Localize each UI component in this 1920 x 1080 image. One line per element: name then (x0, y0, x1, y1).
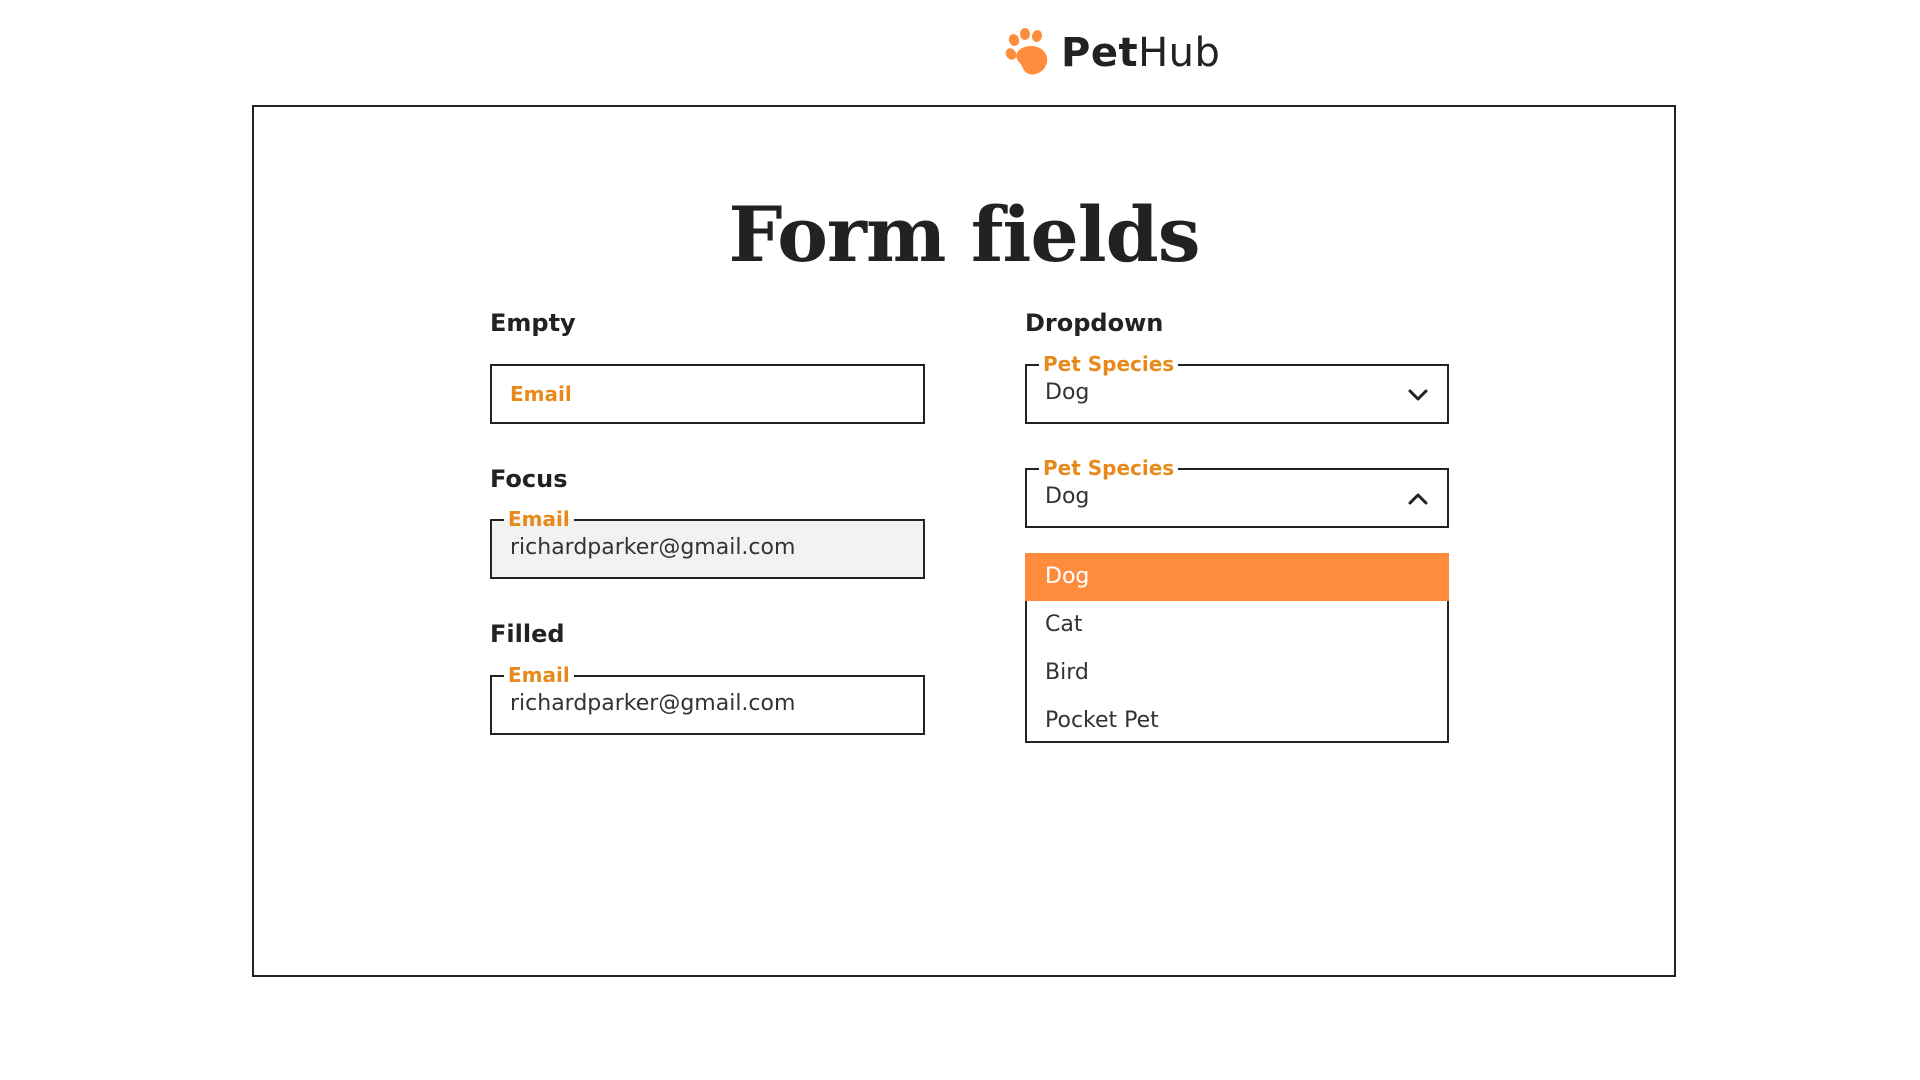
email-field-label: Email (504, 662, 574, 688)
option-cat[interactable]: Cat (1027, 601, 1447, 649)
option-pocket-pet[interactable]: Pocket Pet (1027, 697, 1447, 745)
pet-species-label: Pet Species (1039, 455, 1179, 481)
pet-species-select-open[interactable]: Pet Species Dog (1025, 455, 1449, 528)
option-dog[interactable]: Dog (1025, 553, 1449, 601)
pet-species-options: Dog Cat Bird Pocket Pet (1025, 553, 1449, 743)
brand-name: PetHub (1061, 30, 1221, 76)
pet-species-select-closed[interactable]: Pet Species Dog (1025, 351, 1449, 424)
section-label-dropdown: Dropdown (1025, 309, 1164, 337)
section-label-focus: Focus (490, 465, 568, 493)
paw-icon (1005, 28, 1048, 75)
pethub-logo[interactable]: PetHub (1005, 28, 1220, 78)
section-label-empty: Empty (490, 309, 576, 337)
pet-species-value: Dog (1045, 380, 1090, 405)
content-frame: Form fields (252, 105, 1676, 977)
page-title: Form fields (728, 190, 1200, 279)
email-field-label: Email (504, 506, 574, 532)
email-field-value: richardparker@gmail.com (510, 535, 796, 560)
pet-species-value: Dog (1045, 484, 1090, 509)
chevron-up-icon (1408, 493, 1428, 505)
pet-species-label: Pet Species (1039, 351, 1179, 377)
email-placeholder: Email (510, 382, 572, 406)
email-field-empty[interactable]: Email (490, 364, 925, 424)
chevron-down-icon (1408, 389, 1428, 401)
option-bird[interactable]: Bird (1027, 649, 1447, 697)
email-field-filled[interactable]: Email richardparker@gmail.com (490, 662, 925, 735)
section-label-filled: Filled (490, 620, 565, 648)
email-field-value: richardparker@gmail.com (510, 691, 796, 716)
email-field-focus[interactable]: Email richardparker@gmail.com (490, 506, 925, 579)
